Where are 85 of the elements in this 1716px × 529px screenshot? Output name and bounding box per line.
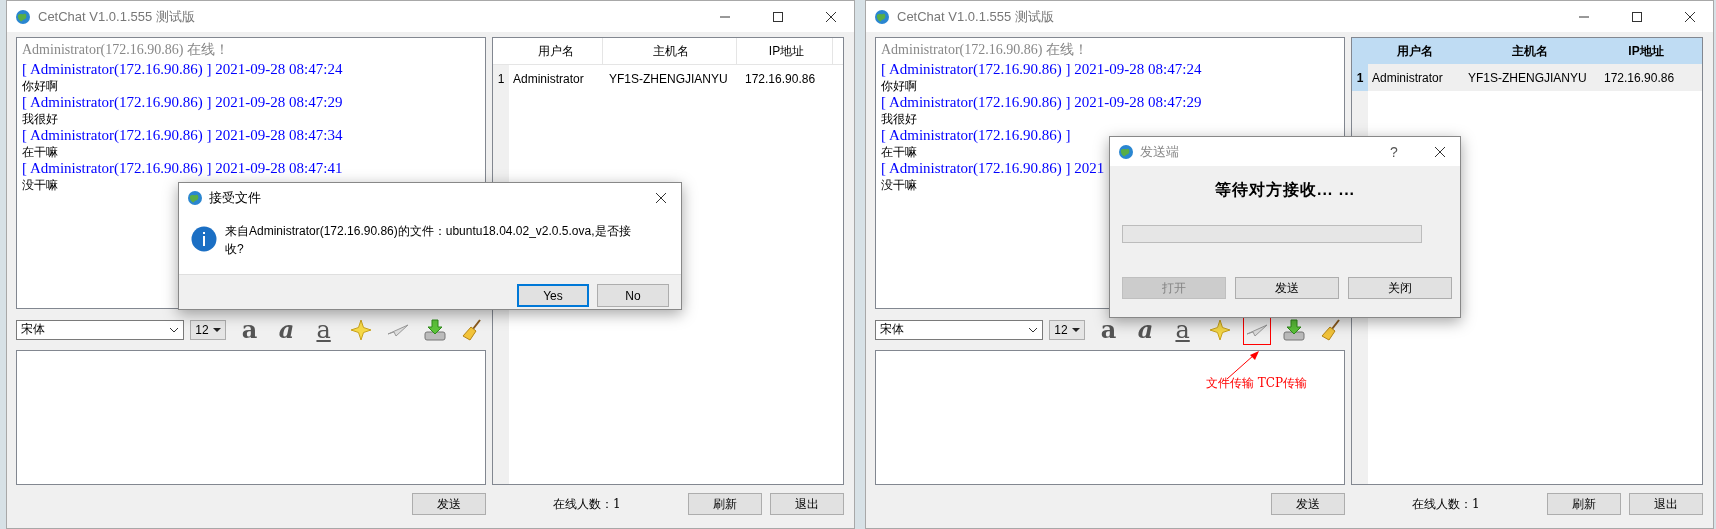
close-icon[interactable] — [1685, 11, 1695, 22]
refresh-button[interactable]: 刷新 — [1547, 493, 1621, 515]
message-header: [ Administrator(172.16.90.86) ] 2021-09-28 08:47:24 — [22, 61, 343, 78]
italic-button[interactable]: a — [272, 314, 301, 345]
column-header[interactable]: IP地址 — [737, 38, 833, 64]
help-button[interactable]: ? — [1374, 143, 1414, 160]
globe-icon — [874, 8, 890, 25]
row-number: 1 — [493, 65, 509, 92]
column-header[interactable]: 主机名 — [1462, 38, 1596, 64]
annotation-text: 文件传输 TCP传输 — [1206, 375, 1308, 392]
window-title: CetChat V1.0.1.555 测试版 — [897, 7, 1055, 26]
send-button[interactable]: 发送 — [412, 493, 486, 515]
status-line: Administrator(172.16.90.86) 在线！ — [881, 41, 1088, 58]
bold-button[interactable]: a — [1094, 314, 1123, 345]
size-dropdown[interactable]: 12 — [190, 319, 227, 340]
broom-icon — [1319, 318, 1342, 341]
window-title: CetChat V1.0.1.555 测试版 — [38, 7, 196, 26]
table-cell-text: Administrator — [512, 70, 585, 88]
message-input[interactable] — [16, 350, 486, 485]
italic-button[interactable]: a — [1131, 314, 1160, 345]
close-icon[interactable] — [826, 11, 836, 22]
table-cell-text: 172.16.90.86 — [1603, 69, 1676, 87]
maximize-icon[interactable] — [1632, 11, 1642, 22]
message-header: [ Administrator(172.16.90.86) ] 2021-09-28 08:47:41 — [22, 160, 343, 177]
column-header[interactable]: IP地址 — [1596, 38, 1692, 64]
download-icon — [1282, 318, 1305, 341]
user-row[interactable]: 1 Administrator YF1S-ZHENGJIANYU 172.16.90.86 — [493, 65, 843, 92]
status-line: Administrator(172.16.90.86) 在线！ — [22, 41, 229, 58]
refresh-button[interactable]: 刷新 — [688, 493, 762, 515]
column-header[interactable]: 用户名 — [1368, 38, 1462, 64]
globe-icon — [15, 8, 31, 25]
column-header[interactable]: 主机名 — [603, 38, 737, 64]
caret-down-icon — [213, 325, 222, 334]
exit-button[interactable]: 退出 — [770, 493, 844, 515]
info-icon — [191, 226, 217, 252]
row-number: 1 — [1352, 64, 1368, 91]
dialog-button[interactable]: 发送 — [1235, 277, 1339, 299]
globe-icon — [1118, 143, 1134, 160]
broom-icon — [460, 318, 483, 341]
globe-icon — [187, 189, 203, 206]
message-text: 我很好 — [881, 111, 917, 127]
online-count: 在线人数：1 — [552, 496, 621, 513]
exit-button[interactable]: 退出 — [1629, 493, 1703, 515]
message-text: 没干嘛 — [881, 177, 917, 193]
message-header: [ Administrator(172.16.90.86) ] 2021-09-28 08:47:29 — [22, 94, 343, 111]
bold-button[interactable]: a — [235, 314, 264, 345]
font-dropdown[interactable]: 宋体 — [875, 319, 1044, 340]
message-text: 你好啊 — [881, 78, 917, 94]
column-header[interactable]: 用户名 — [509, 38, 603, 64]
font-dropdown[interactable]: 宋体 — [16, 319, 185, 340]
star-icon — [349, 318, 372, 341]
online-count: 在线人数：1 — [1411, 496, 1480, 513]
message-text: 你好啊 — [22, 78, 58, 94]
dialog-button[interactable]: 关闭 — [1348, 277, 1452, 299]
star-icon — [1208, 318, 1231, 341]
message-text: 没干嘛 — [22, 177, 58, 193]
underline-button[interactable]: a — [309, 314, 338, 345]
message-header: [ Administrator(172.16.90.86) ] 2021-09-28 08:47:24 — [881, 61, 1202, 78]
message-input[interactable] — [875, 350, 1345, 485]
message-header: [ Administrator(172.16.90.86) ] 2021-09-28 08:47:34 — [22, 127, 343, 144]
close-icon[interactable] — [656, 192, 666, 203]
message-header: [ Administrator(172.16.90.86) ] — [881, 127, 1071, 144]
underline-button[interactable]: a — [1168, 314, 1197, 345]
caret-down-icon — [1072, 325, 1081, 334]
dialog-button[interactable]: No — [597, 284, 669, 307]
dialog-message: 来自Administrator(172.16.90.86)的文件：ubuntu18.04.02_v2.0.5.ova,是否接收? — [225, 223, 632, 258]
dialog-button[interactable]: Yes — [517, 284, 589, 307]
maximize-icon[interactable] — [773, 11, 783, 22]
size-dropdown[interactable]: 12 — [1049, 319, 1086, 340]
message-text: 在干嘛 — [22, 144, 58, 160]
table-cell-text: YF1S-ZHENGJIANYU — [608, 70, 729, 88]
table-cell-text: 172.16.90.86 — [744, 70, 817, 88]
status-heading: 等待对方接收... ... — [1213, 180, 1357, 200]
table-cell-text: YF1S-ZHENGJIANYU — [1467, 69, 1588, 87]
send-button[interactable]: 发送 — [1271, 493, 1345, 515]
table-cell-text: Administrator — [1371, 69, 1444, 87]
dialog-title: 接受文件 — [209, 188, 262, 207]
message-header: [ Administrator(172.16.90.86) ] 2021-09-28 08:47:29 — [881, 94, 1202, 111]
user-row[interactable]: 1 Administrator YF1S-ZHENGJIANYU 172.16.90.86 — [1352, 64, 1702, 91]
message-header: [ Administrator(172.16.90.86) ] 2021 — [881, 160, 1105, 177]
message-text: 在干嘛 — [881, 144, 917, 160]
message-text: 我很好 — [22, 111, 58, 127]
download-icon — [423, 318, 446, 341]
dialog-title: 发送端 — [1140, 142, 1180, 161]
close-icon[interactable] — [1435, 146, 1445, 157]
